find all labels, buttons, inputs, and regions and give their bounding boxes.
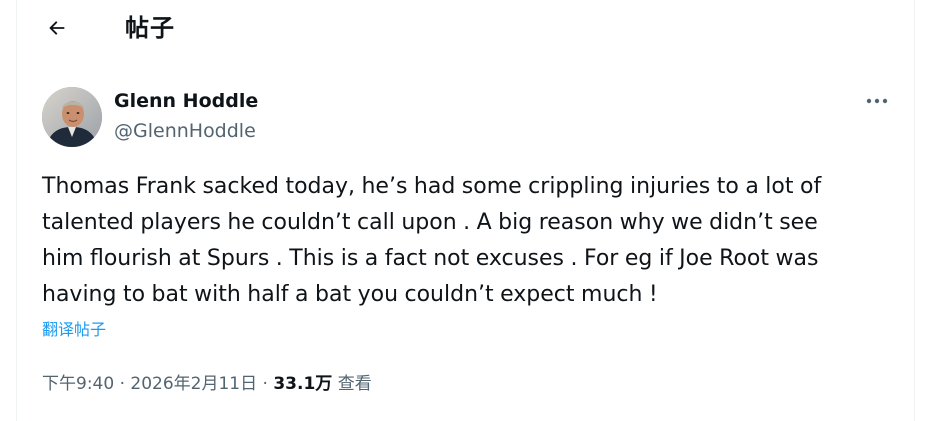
views-label: 查看 bbox=[337, 374, 372, 394]
meta-separator: · bbox=[262, 374, 268, 394]
meta-separator: · bbox=[119, 374, 125, 394]
post-column: 帖子 Glenn Hoddle @GlennHoddle Thomas Fran… bbox=[16, 0, 915, 421]
post-date[interactable]: 2026年2月11日 bbox=[130, 374, 257, 394]
avatar-photo bbox=[42, 87, 102, 147]
post-meta: 下午9:40 · 2026年2月11日 · 33.1万 查看 bbox=[42, 371, 372, 397]
more-horizontal-icon bbox=[866, 98, 888, 104]
back-button[interactable] bbox=[39, 10, 75, 46]
page: 帖子 Glenn Hoddle @GlennHoddle Thomas Fran… bbox=[0, 0, 927, 421]
author-name[interactable]: Glenn Hoddle bbox=[114, 89, 258, 113]
translate-post-link[interactable]: 翻译帖子 bbox=[42, 318, 106, 342]
arrow-left-icon bbox=[49, 21, 65, 35]
avatar[interactable] bbox=[42, 87, 102, 147]
author-handle[interactable]: @GlennHoddle bbox=[114, 119, 256, 143]
page-title: 帖子 bbox=[125, 14, 175, 42]
post-time[interactable]: 下午9:40 bbox=[42, 374, 114, 394]
page-header: 帖子 bbox=[17, 0, 914, 58]
post-text: Thomas Frank sacked today, he’s had some… bbox=[42, 174, 822, 307]
views-count: 33.1万 bbox=[273, 374, 333, 394]
more-options-button[interactable] bbox=[859, 86, 895, 116]
